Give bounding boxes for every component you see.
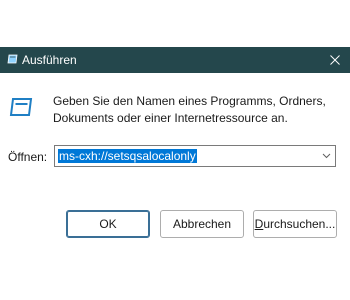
window-title: Ausführen (22, 53, 77, 67)
ok-button[interactable]: OK (66, 210, 150, 238)
open-combobox[interactable]: ms-cxh://setsqsalocalonly (54, 145, 336, 167)
browse-button[interactable]: Durchsuchen... (253, 210, 337, 238)
run-app-icon (7, 54, 18, 64)
dialog-body: Geben Sie den Namen eines Programms, Ord… (0, 73, 350, 263)
browse-mnemonic: D (254, 217, 264, 231)
open-input-value[interactable]: ms-cxh://setsqsalocalonly (58, 149, 197, 163)
instruction-line-2: Dokuments oder einer Internetressource a… (53, 111, 288, 125)
instruction-line-1: Geben Sie den Namen eines Programms, Ord… (53, 94, 326, 108)
cancel-button[interactable]: Abbrechen (160, 210, 244, 238)
open-label: Öffnen: (8, 150, 48, 164)
browse-label-rest: urchsuchen... (263, 217, 336, 231)
run-icon (9, 98, 33, 116)
instruction-text: Geben Sie den Namen eines Programms, Ord… (53, 93, 343, 127)
close-button[interactable] (320, 47, 350, 73)
close-icon (330, 55, 340, 65)
chevron-down-icon[interactable] (322, 152, 331, 160)
title-bar[interactable]: Ausführen (0, 47, 350, 73)
